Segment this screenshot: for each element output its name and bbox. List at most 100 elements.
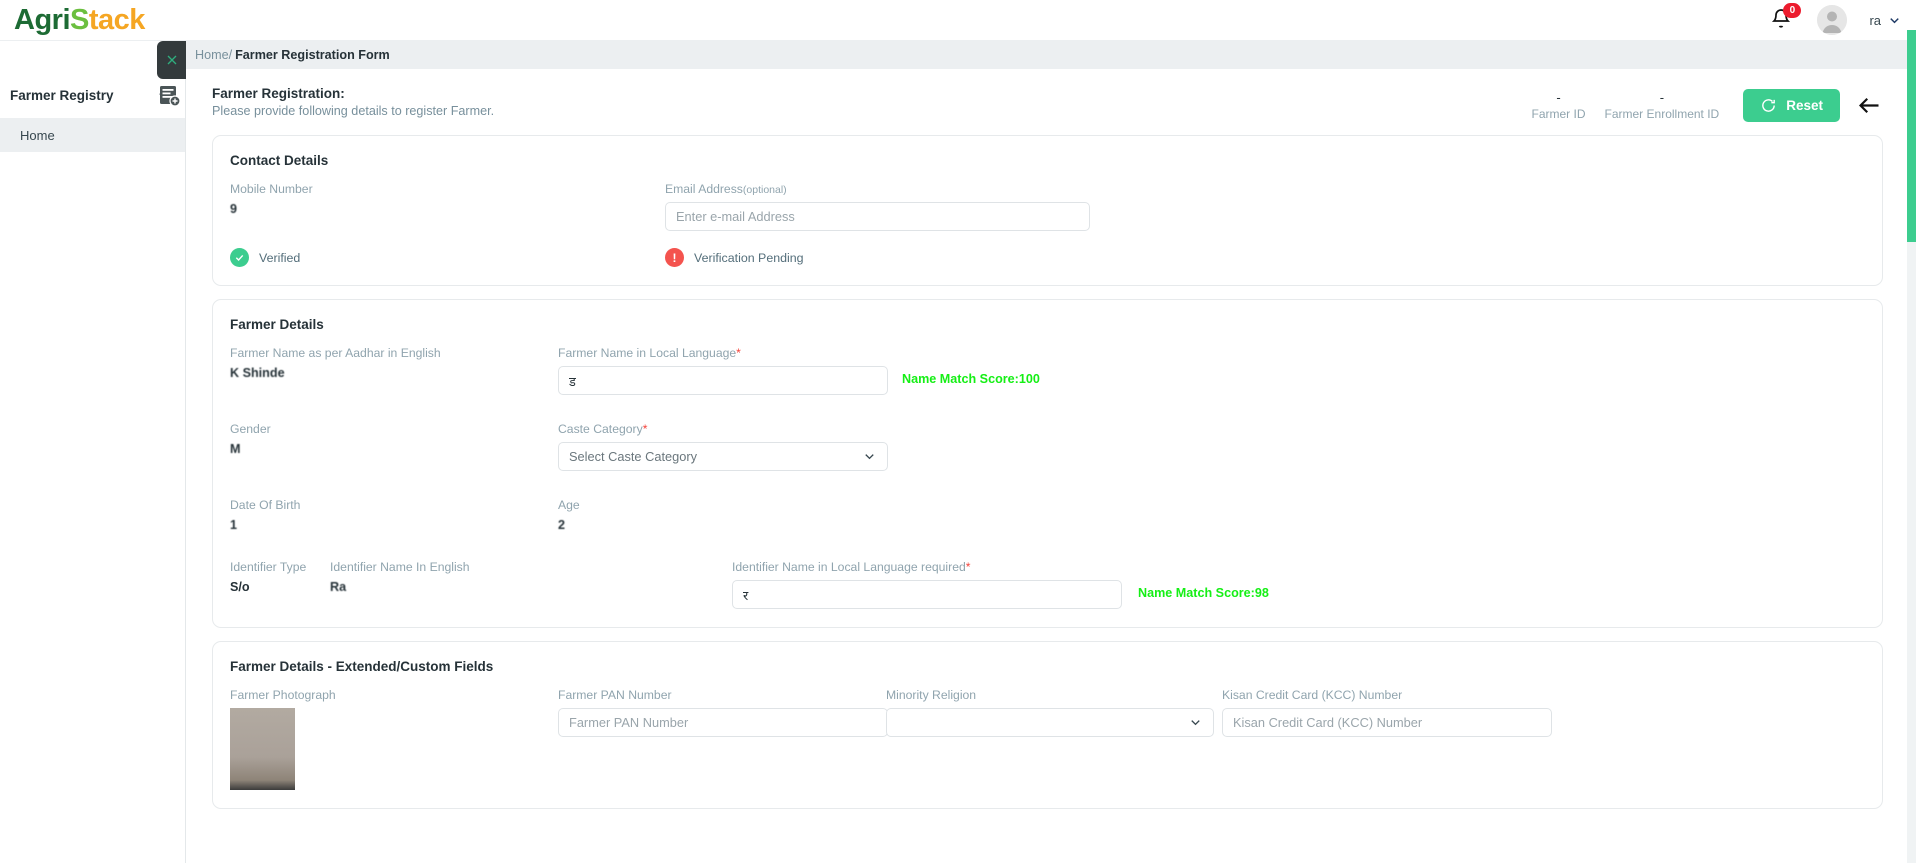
gender-field: Gender M	[230, 422, 558, 471]
sidebar-group-label: Farmer Registry	[10, 87, 114, 103]
mobile-verified-text: Verified	[259, 250, 301, 265]
farmer-id-value: -	[1556, 90, 1561, 105]
farmer-photograph-field: Farmer Photograph	[230, 688, 558, 790]
page-header: Farmer Registration: Please provide foll…	[186, 69, 1909, 122]
identifier-name-local-input[interactable]	[732, 580, 1122, 609]
sidebar-item-label: Home	[20, 127, 55, 143]
identifier-name-english-field: Identifier Name In English Ra	[330, 560, 732, 609]
check-circle-icon	[230, 248, 249, 267]
new-form-button[interactable]	[157, 83, 181, 107]
back-button[interactable]	[1856, 92, 1883, 119]
farmer-enrollment-id-label: Farmer Enrollment ID	[1604, 107, 1720, 121]
email-address-field: Email Address(optional)	[665, 182, 1090, 231]
age-label: Age	[558, 498, 580, 512]
caste-category-label-text: Caste Category	[558, 422, 643, 436]
farmer-name-english-value: K Shinde	[230, 366, 285, 380]
contact-details-card: Contact Details Mobile Number 9 Email Ad…	[212, 135, 1883, 286]
contact-details-grid: Mobile Number 9 Email Address(optional)	[230, 182, 1865, 231]
contact-status-row: Verified ! Verification Pending	[230, 248, 1865, 267]
farmer-pan-input[interactable]	[558, 708, 888, 737]
farmer-name-local-label-text: Farmer Name in Local Language	[558, 346, 737, 360]
sidebar-close-button[interactable]	[157, 41, 186, 79]
breadcrumb-home[interactable]: Home/	[195, 48, 232, 62]
identifier-type-field: Identifier Type S/o	[230, 560, 330, 609]
user-menu[interactable]: ra	[1869, 13, 1902, 28]
extended-fields-grid: Farmer Photograph Farmer PAN Number Mino…	[230, 688, 1865, 790]
sidebar-item-home[interactable]: Home	[0, 118, 185, 152]
page-title: Farmer Registration:	[212, 86, 345, 101]
logo-text: AgriStack	[14, 3, 146, 36]
gender-caste-row: Gender M Caste Category* Select Caste Ca…	[230, 422, 1865, 471]
notification-bell-button[interactable]: 0	[1769, 3, 1802, 33]
farmer-name-row: Farmer Name as per Aadhar in English K S…	[230, 346, 1865, 395]
age-value: 2	[558, 518, 566, 532]
page-header-right: - Farmer ID - Farmer Enrollment ID Reset	[1513, 86, 1883, 122]
chevron-down-icon	[1890, 17, 1899, 23]
reset-button-label: Reset	[1786, 98, 1823, 113]
avatar[interactable]	[1817, 5, 1848, 35]
kcc-number-field: Kisan Credit Card (KCC) Number	[1222, 688, 1552, 790]
dob-age-row: Date Of Birth 1 Age 2	[230, 498, 1865, 535]
farmer-details-card: Farmer Details Farmer Name as per Aadhar…	[212, 299, 1883, 628]
farmer-enrollment-id-block: - Farmer Enrollment ID	[1605, 90, 1720, 121]
identifier-type-value: S/o	[230, 580, 250, 594]
contact-details-title: Contact Details	[230, 153, 329, 168]
farmer-pan-field: Farmer PAN Number	[558, 688, 888, 790]
user-avatar-icon	[1817, 5, 1848, 35]
farmer-name-local-input[interactable]	[558, 366, 888, 395]
farmer-name-score-text: Name Match Score:100	[902, 372, 1040, 386]
minority-religion-field: Minority Religion	[886, 688, 1214, 790]
minority-religion-label: Minority Religion	[886, 688, 977, 702]
email-input[interactable]	[665, 202, 1090, 231]
farmer-id-label: Farmer ID	[1531, 107, 1586, 121]
date-of-birth-label: Date Of Birth	[230, 498, 301, 512]
mobile-number-field: Mobile Number 9	[230, 182, 665, 231]
farmer-name-local-label: Farmer Name in Local Language*	[558, 346, 888, 360]
breadcrumb: Home/ Farmer Registration Form	[186, 41, 1909, 69]
identifier-name-score: Name Match Score:98	[1138, 560, 1269, 609]
caste-category-select[interactable]: Select Caste Category	[558, 442, 888, 471]
page-header-text: Farmer Registration: Please provide foll…	[212, 86, 494, 118]
identifier-row: Identifier Type S/o Identifier Name In E…	[230, 560, 1865, 609]
refresh-icon	[1762, 99, 1776, 112]
farmer-details-title: Farmer Details	[230, 317, 324, 332]
chevron-down-icon	[862, 449, 877, 464]
email-pending-badge: ! Verification Pending	[665, 248, 804, 267]
email-optional-text: (optional)	[742, 184, 787, 196]
caste-category-selected-value: Select Caste Category	[569, 449, 698, 464]
farmer-name-score: Name Match Score:100	[902, 346, 1040, 395]
identifier-name-local-label: Identifier Name in Local Language requir…	[732, 560, 1122, 574]
age-field: Age 2	[558, 498, 888, 535]
gender-value: M	[230, 442, 241, 456]
reset-button[interactable]: Reset	[1743, 89, 1840, 122]
mobile-number-value: 9	[230, 202, 238, 216]
email-address-label-text: Email Address	[665, 182, 743, 196]
close-icon	[167, 55, 176, 65]
identifier-name-english-value: Ra	[330, 580, 347, 594]
minority-religion-select[interactable]	[886, 708, 1214, 737]
farmer-name-local-field: Farmer Name in Local Language*	[558, 346, 888, 395]
agristack-logo[interactable]: AgriStack	[14, 3, 146, 36]
extended-fields-card: Farmer Details - Extended/Custom Fields …	[212, 641, 1883, 809]
farmer-photograph-image[interactable]	[230, 708, 295, 790]
kcc-number-label: Kisan Credit Card (KCC) Number	[1222, 688, 1403, 702]
identifier-type-label: Identifier Type	[230, 560, 307, 574]
top-bar: AgriStack 0 ra	[0, 0, 1916, 41]
add-form-icon	[160, 86, 181, 107]
page-scrollbar-thumb[interactable]	[1907, 30, 1916, 242]
required-asterisk: *	[965, 560, 971, 574]
logo-s-text: S	[70, 3, 89, 36]
farmer-photograph-label: Farmer Photograph	[230, 688, 336, 702]
mobile-number-label: Mobile Number	[230, 182, 313, 196]
app-root: AgriStack 0 ra Farmer Registry Home Home…	[0, 0, 1916, 863]
identifier-name-score-text: Name Match Score:98	[1138, 586, 1269, 600]
logo-agri-text: Agri	[14, 3, 71, 36]
page-subtitle: Please provide following details to regi…	[212, 104, 495, 118]
identifier-name-english-label: Identifier Name In English	[330, 560, 470, 574]
extended-fields-title: Farmer Details - Extended/Custom Fields	[230, 659, 494, 674]
notification-badge: 0	[1783, 3, 1802, 18]
logo-tack-text: tack	[88, 3, 146, 36]
farmer-enrollment-id-value: -	[1659, 90, 1665, 105]
identifier-name-local-field: Identifier Name in Local Language requir…	[732, 560, 1122, 609]
kcc-number-input[interactable]	[1222, 708, 1552, 737]
